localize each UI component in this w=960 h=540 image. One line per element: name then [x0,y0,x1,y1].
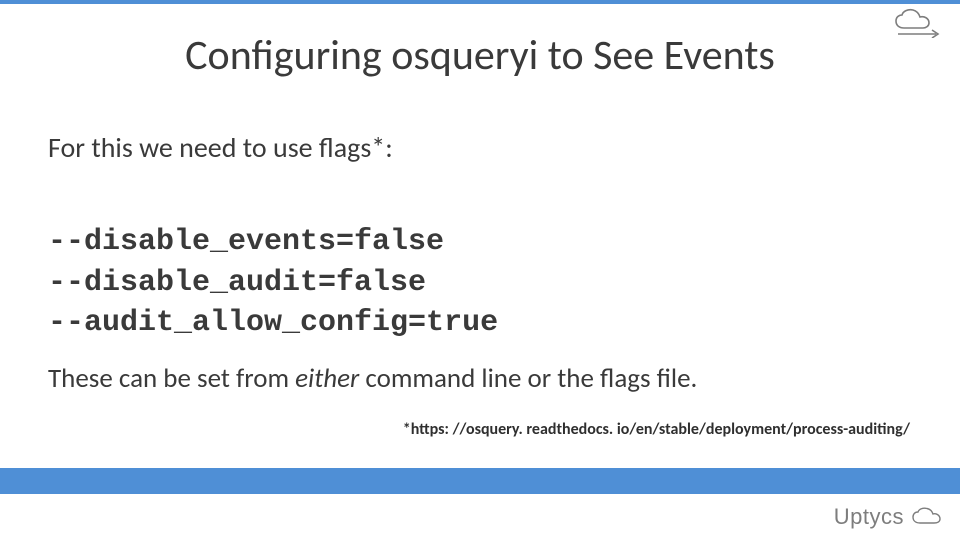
top-accent-bar [0,0,960,4]
flag-line: --audit_allow_config=true [48,306,498,340]
slide: Configuring osqueryi to See Events For t… [0,0,960,540]
outro-pre: These can be set from [48,362,295,395]
slide-title: Configuring osqueryi to See Events [0,30,960,81]
flags-block: --disable_events=false --disable_audit=f… [48,222,498,344]
outro-post: command line or the flags file. [359,362,697,395]
brand-text: Uptycs [834,504,904,530]
outro-text: These can be set from either command lin… [48,362,697,395]
footnote-url: *https: //osquery. readthedocs. io/en/st… [0,420,940,439]
intro-text: For this we need to use flags*: [48,130,393,165]
flag-line: --disable_events=false [48,225,444,259]
outro-emphasis: either [295,362,359,395]
cloud-icon [910,507,944,527]
bottom-accent-bar [0,468,960,494]
brand-logo: Uptycs [834,504,944,530]
flag-line: --disable_audit=false [48,266,426,300]
